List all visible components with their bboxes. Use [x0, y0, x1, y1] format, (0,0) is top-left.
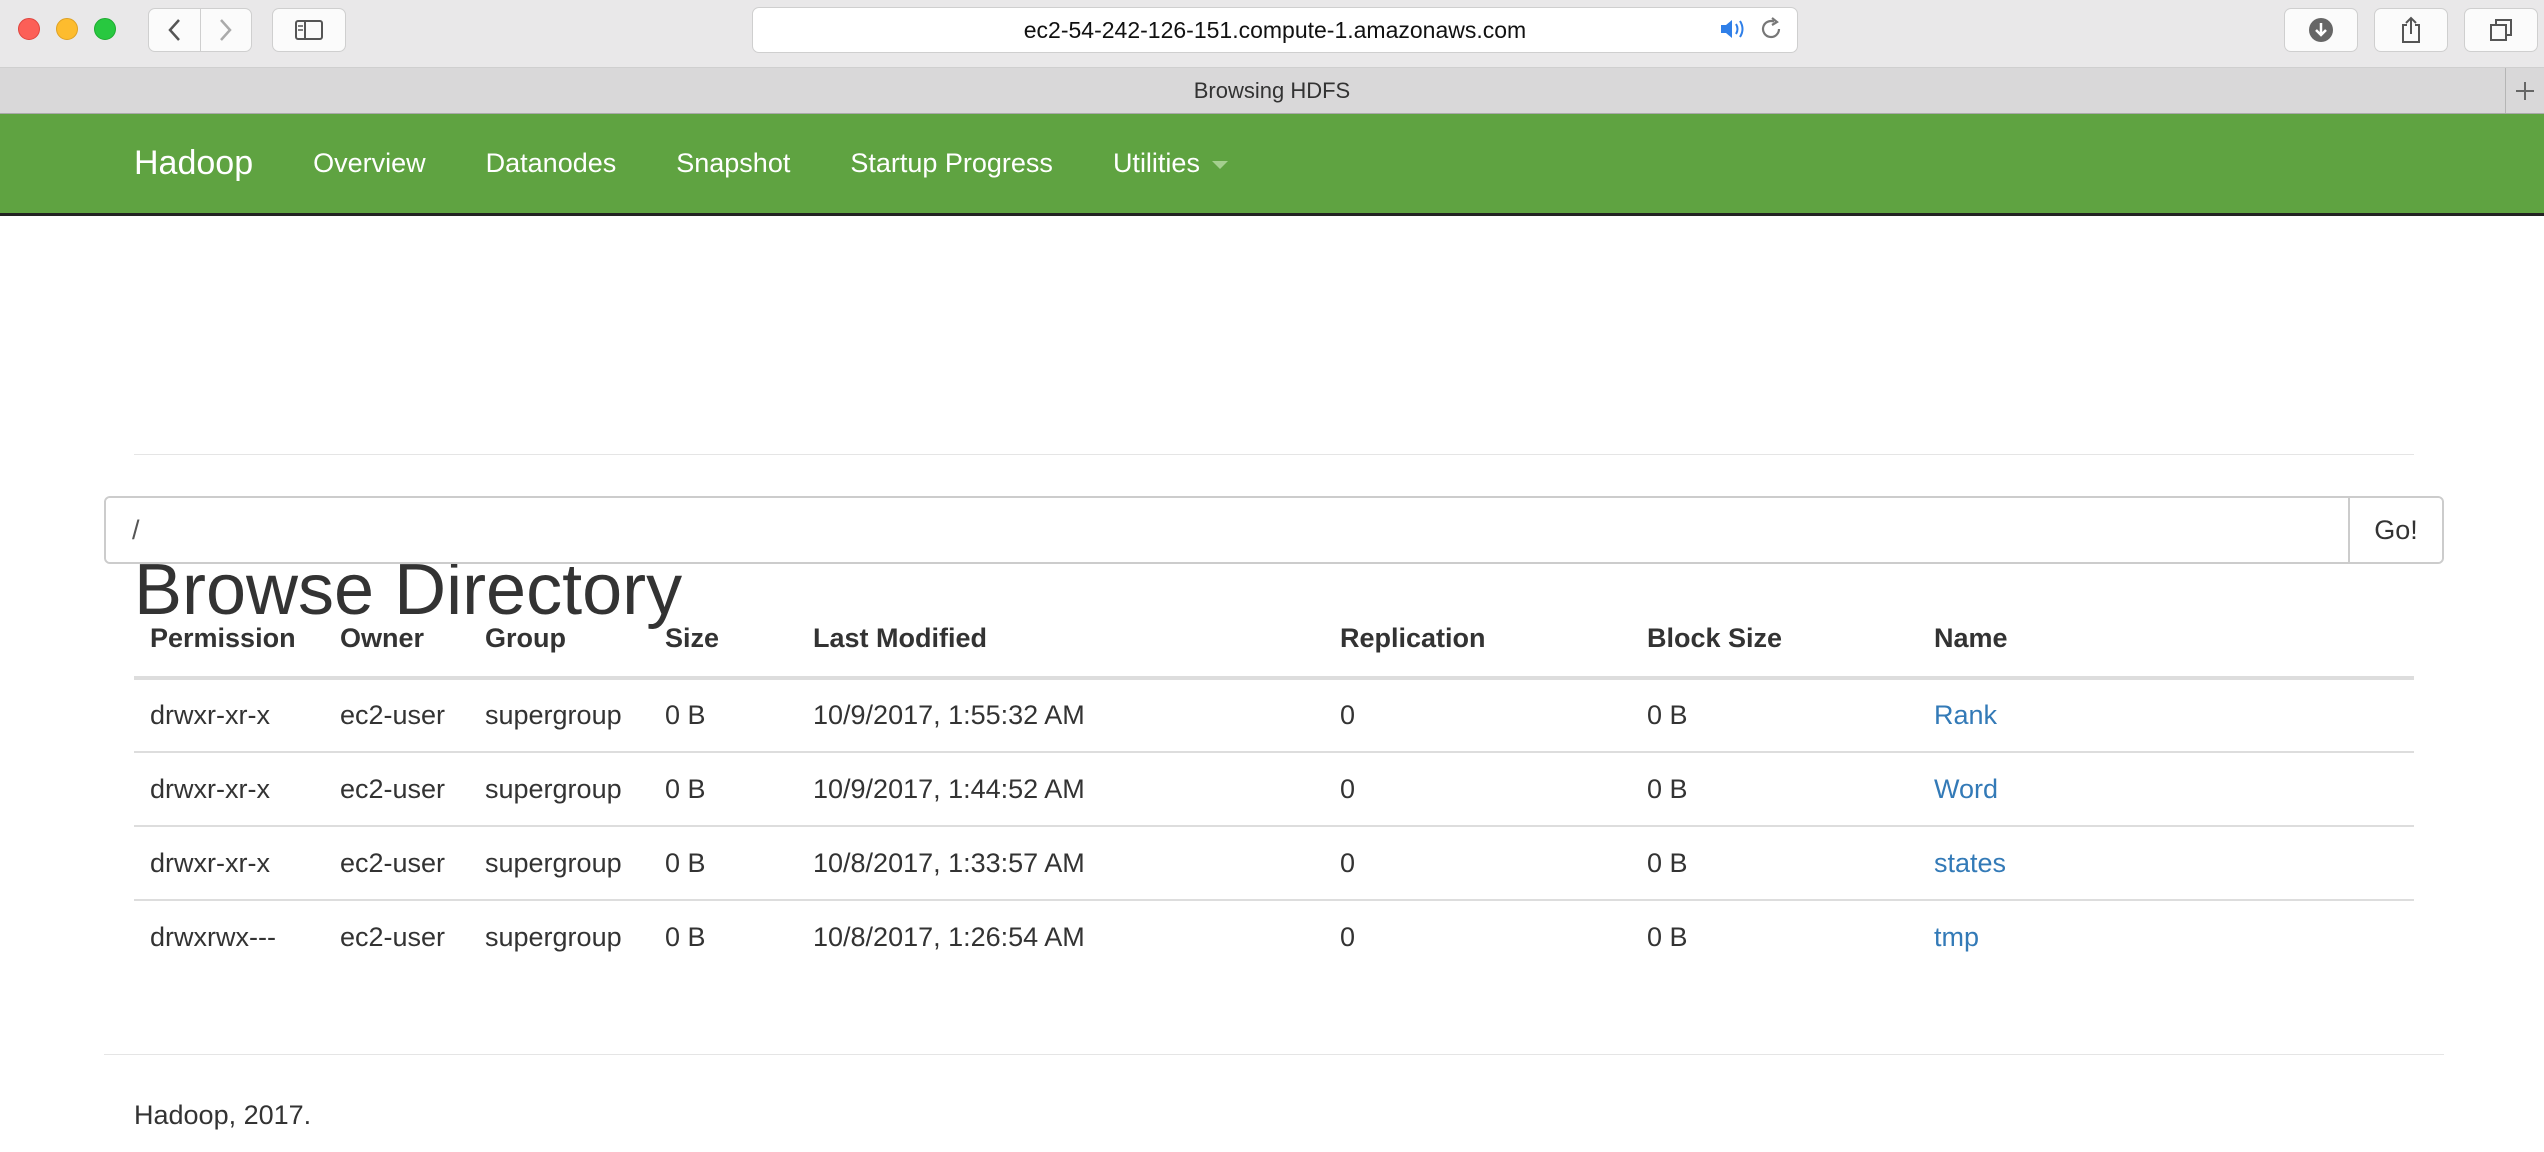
table-header-row: Permission Owner Group Size Last Modifie…	[134, 600, 2414, 680]
cell-name: Word	[1918, 751, 2414, 826]
cell-size: 0 B	[649, 825, 797, 900]
window-controls	[18, 18, 116, 40]
tab-overview-button[interactable]	[2464, 8, 2538, 52]
directory-path-input[interactable]	[106, 498, 2348, 562]
cell-size: 0 B	[649, 899, 797, 974]
path-form: Go!	[104, 496, 2444, 564]
cell-owner: ec2-user	[340, 700, 446, 730]
back-button[interactable]	[149, 9, 200, 51]
cell-block-size: 0 B	[1631, 899, 1918, 974]
cell-last-modified: 10/8/2017, 1:33:57 AM	[797, 825, 1324, 900]
directory-link[interactable]: states	[1934, 848, 2006, 878]
cell-replication: 0	[1324, 751, 1631, 826]
download-icon	[2309, 18, 2333, 42]
cell-last-modified: 10/8/2017, 1:26:54 AM	[797, 899, 1324, 974]
cell-block-size: 0 B	[1631, 825, 1918, 900]
cell-replication: 0	[1340, 700, 1356, 730]
footer-divider	[104, 1054, 2444, 1055]
header-replication[interactable]: Replication	[1324, 600, 1631, 680]
cell-last-modified: 10/9/2017, 1:55:32 AM	[813, 700, 1085, 730]
plus-icon	[2516, 81, 2534, 100]
cell-replication: 0	[1324, 899, 1631, 974]
chevron-right-icon	[219, 19, 232, 41]
table-row: drwxr-xr-x ec2-user supergroup 0 B 10/8/…	[134, 825, 2414, 900]
header-group[interactable]: Group	[469, 600, 649, 680]
close-window-button[interactable]	[18, 18, 40, 40]
cell-last-modified: 10/9/2017, 1:44:52 AM	[797, 751, 1324, 826]
cell-group: supergroup	[469, 899, 649, 974]
nav-snapshot[interactable]: Snapshot	[676, 148, 790, 179]
nav-datanodes[interactable]: Datanodes	[486, 148, 617, 179]
cell-size: 0 B	[649, 751, 797, 826]
caret-down-icon	[1211, 161, 1228, 169]
directory-link[interactable]: tmp	[1934, 922, 1979, 952]
header-block-size[interactable]: Block Size	[1631, 600, 1918, 680]
cell-name: Rank	[1918, 678, 2414, 752]
speaker-icon[interactable]	[1719, 18, 1747, 40]
cell-owner: ec2-user	[324, 825, 469, 900]
downloads-button[interactable]	[2284, 8, 2358, 52]
header-owner[interactable]: Owner	[324, 600, 469, 680]
go-button[interactable]: Go!	[2348, 498, 2442, 562]
cell-owner: ec2-user	[324, 899, 469, 974]
footer-text: Hadoop, 2017.	[134, 1100, 312, 1130]
cell-name: tmp	[1918, 899, 2414, 974]
browser-toolbar: ec2-54-242-126-151.compute-1.amazonaws.c…	[0, 0, 2544, 68]
cell-name: states	[1918, 825, 2414, 900]
nav-overview[interactable]: Overview	[313, 148, 426, 179]
header-last-modified[interactable]: Last Modified	[797, 600, 1324, 680]
directory-link[interactable]: Word	[1934, 774, 1998, 804]
table-row: drwxrwx--- ec2-user supergroup 0 B 10/8/…	[134, 899, 2414, 974]
cell-size: 0 B	[665, 700, 706, 730]
address-text: ec2-54-242-126-151.compute-1.amazonaws.c…	[1023, 16, 1527, 43]
cell-permission: drwxr-xr-x	[150, 700, 270, 730]
sidebar-icon	[295, 20, 323, 40]
active-tab-title[interactable]: Browsing HDFS	[1194, 78, 1350, 104]
hadoop-navbar: Hadoop Overview Datanodes Snapshot Start…	[0, 114, 2544, 216]
new-tab-button[interactable]	[2505, 68, 2544, 113]
table-row: drwxr-xr-x ec2-user supergroup 0 B 10/9/…	[134, 678, 2414, 752]
reload-icon[interactable]	[1759, 17, 1783, 41]
header-name[interactable]: Name	[1918, 600, 2414, 680]
cell-block-size: 0 B	[1631, 751, 1918, 826]
cell-group: supergroup	[469, 825, 649, 900]
cell-permission: drwxr-xr-x	[134, 825, 324, 900]
cell-permission: drwxr-xr-x	[134, 751, 324, 826]
zoom-window-button[interactable]	[94, 18, 116, 40]
chevron-left-icon	[168, 19, 181, 41]
directory-table: Permission Owner Group Size Last Modifie…	[134, 600, 2414, 974]
nav-utilities-label: Utilities	[1112, 148, 1200, 178]
cell-replication: 0	[1324, 825, 1631, 900]
directory-link[interactable]: Rank	[1934, 700, 1997, 730]
minimize-window-button[interactable]	[56, 18, 78, 40]
share-icon	[2402, 16, 2420, 43]
title-divider	[134, 454, 2414, 455]
sidebar-toggle-button[interactable]	[272, 8, 346, 52]
forward-button[interactable]	[199, 9, 252, 51]
cell-owner: ec2-user	[324, 751, 469, 826]
header-permission[interactable]: Permission	[134, 600, 324, 680]
brand-link[interactable]: Hadoop	[134, 144, 253, 183]
nav-startup-progress[interactable]: Startup Progress	[850, 148, 1053, 179]
table-row: drwxr-xr-x ec2-user supergroup 0 B 10/9/…	[134, 751, 2414, 826]
cell-group: supergroup	[469, 751, 649, 826]
address-bar[interactable]: ec2-54-242-126-151.compute-1.amazonaws.c…	[752, 7, 1798, 53]
cell-group: supergroup	[485, 700, 622, 730]
share-button[interactable]	[2374, 8, 2448, 52]
cell-permission: drwxrwx---	[134, 899, 324, 974]
cell-block-size: 0 B	[1647, 700, 1688, 730]
history-nav	[148, 8, 252, 52]
header-size[interactable]: Size	[649, 600, 797, 680]
tab-bar: Browsing HDFS	[0, 68, 2544, 114]
tabs-icon	[2490, 19, 2512, 41]
nav-utilities-dropdown[interactable]: Utilities	[1113, 148, 1228, 179]
